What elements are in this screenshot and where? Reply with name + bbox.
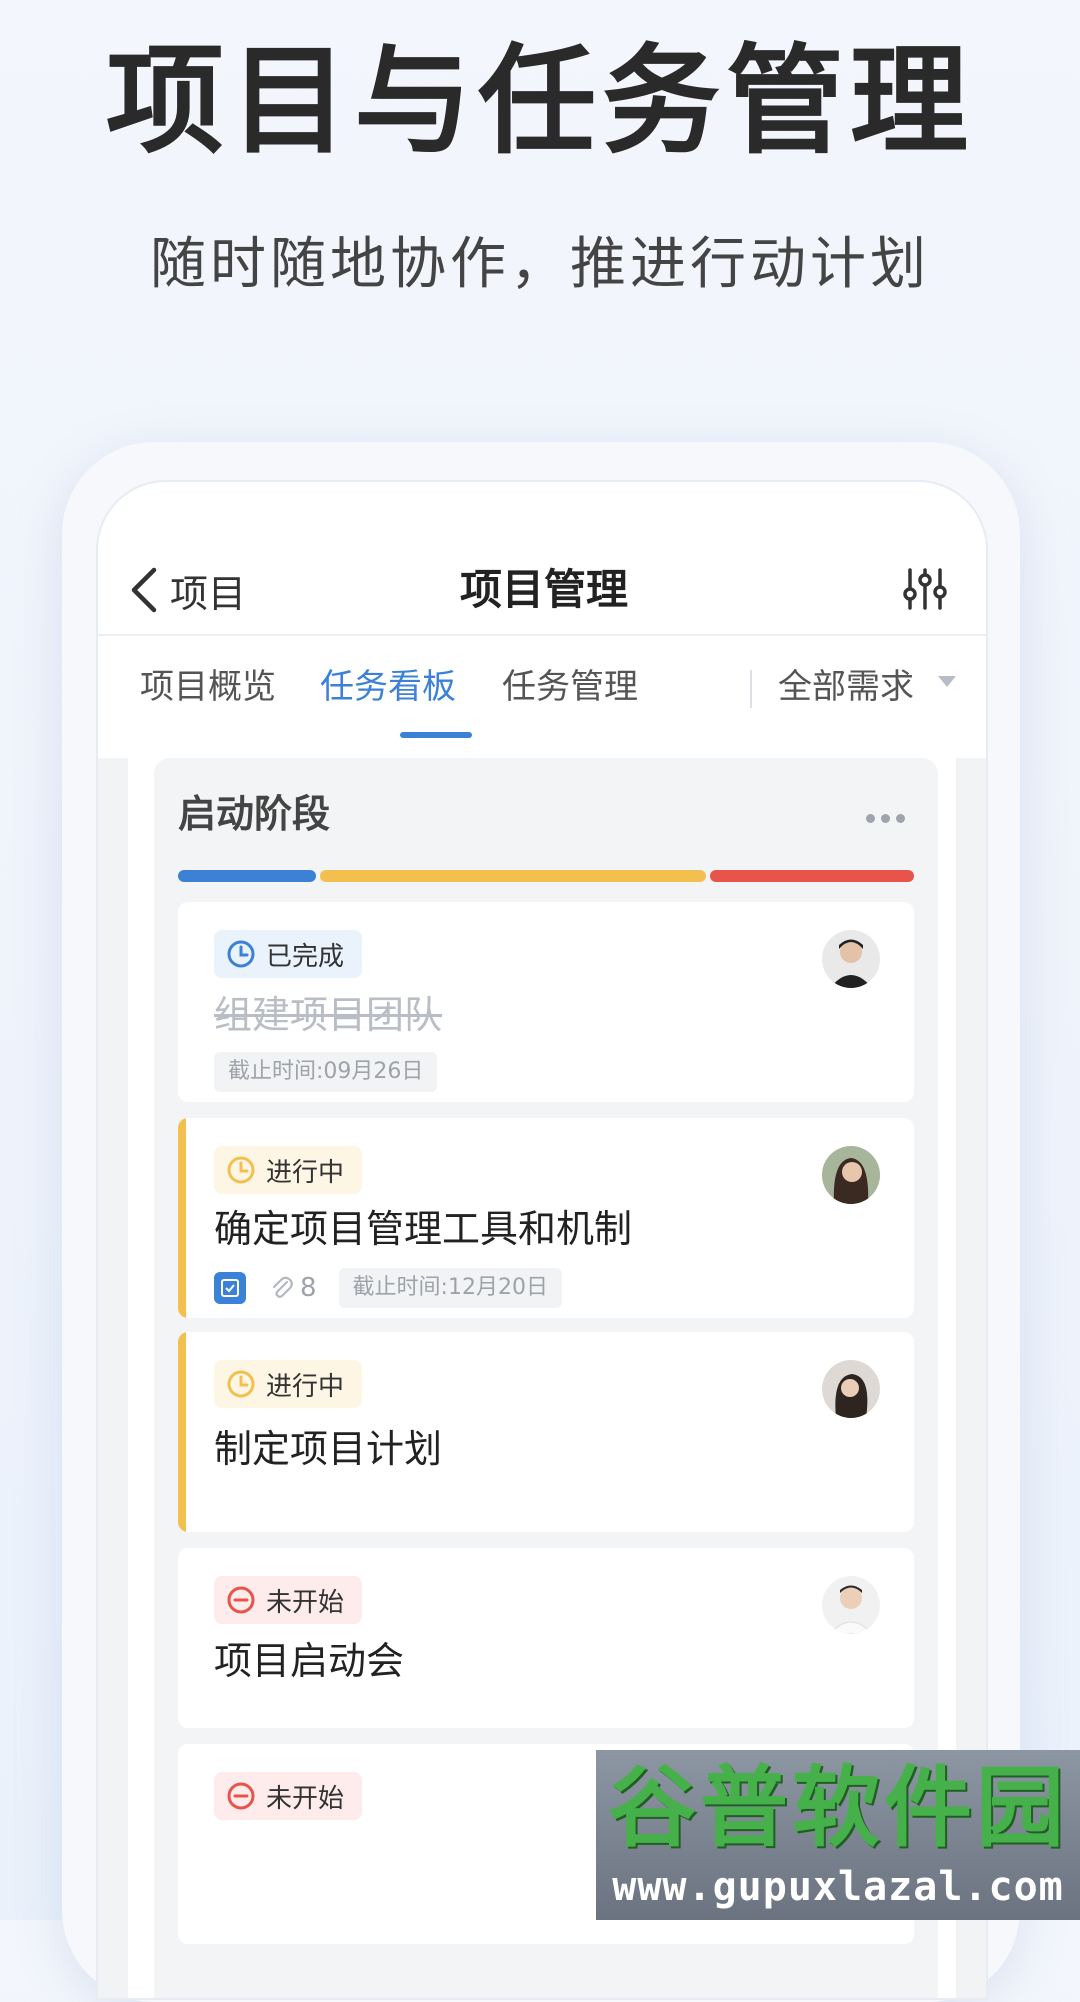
task-card[interactable]: 进行中 确定项目管理工具和机制 8 截止时间:12月20日 [178,1118,914,1318]
watermark-url: www.gupuxlazal.com [612,1864,1064,1910]
attachment-count: 8 [268,1273,317,1303]
task-card[interactable]: 已完成 组建项目团队 截止时间:09月26日 [178,902,914,1102]
tab-all-requirements[interactable]: 全部需求 [778,662,914,712]
status-badge: 未开始 [214,1772,363,1820]
task-card[interactable]: 未开始 项目启动会 [178,1548,914,1728]
tab-overview[interactable]: 项目概览 [140,662,276,712]
avatar[interactable] [822,1146,880,1204]
watermark-brand: 谷普软件园 [607,1756,1068,1859]
clock-icon [227,940,255,968]
caret-down-icon[interactable] [938,676,956,687]
column-title: 启动阶段 [178,792,331,836]
status-badge: 未开始 [214,1576,363,1624]
page-title: 项目管理 [459,565,628,614]
tab-bar: 项目概览 任务看板 任务管理 全部需求 [98,636,986,738]
promo-subline: 随时随地协作，推进行动计划 [150,232,930,297]
navbar: 项目 项目管理 [98,482,986,634]
stop-icon [227,1586,255,1614]
avatar[interactable] [822,1576,880,1634]
status-text: 未开始 [266,1783,345,1814]
tab-task-board[interactable]: 任务看板 [320,662,456,712]
status-badge: 已完成 [214,930,363,978]
sliders-icon[interactable] [902,566,948,612]
promo-headline: 项目与任务管理 [105,32,974,170]
task-card[interactable]: 进行中 制定项目计划 [178,1332,914,1532]
deadline-tag: 截止时间:09月26日 [214,1052,438,1092]
paperclip-icon [272,1276,293,1298]
more-dots-icon[interactable] [866,808,912,823]
clock-icon [227,1156,255,1184]
task-title: 项目启动会 [214,1639,405,1683]
card-accent [178,1118,186,1318]
column-progress-bar [178,870,914,882]
task-title: 确定项目管理工具和机制 [214,1207,633,1251]
card-accent [178,1332,186,1532]
status-text: 未开始 [266,1587,345,1618]
tab-separator [750,670,752,708]
status-badge: 进行中 [214,1146,363,1194]
tab-task-management[interactable]: 任务管理 [502,662,638,712]
task-title: 组建项目团队 [214,993,443,1037]
progress-segment [178,870,317,882]
progress-segment [320,870,707,882]
status-text: 进行中 [266,1157,345,1188]
avatar[interactable] [822,930,880,988]
avatar[interactable] [822,1360,880,1418]
status-text: 已完成 [266,941,345,972]
previous-column-edge[interactable] [98,758,128,1998]
status-badge: 进行中 [214,1360,363,1408]
watermark: 谷普软件园 www.gupuxlazal.com [596,1750,1080,1920]
stop-icon [227,1782,255,1810]
deadline-tag: 截止时间:12月20日 [338,1268,562,1308]
checklist-icon [214,1272,246,1304]
clock-icon [227,1370,255,1398]
status-text: 进行中 [266,1371,345,1402]
progress-segment [710,870,914,882]
task-title: 制定项目计划 [214,1427,443,1471]
